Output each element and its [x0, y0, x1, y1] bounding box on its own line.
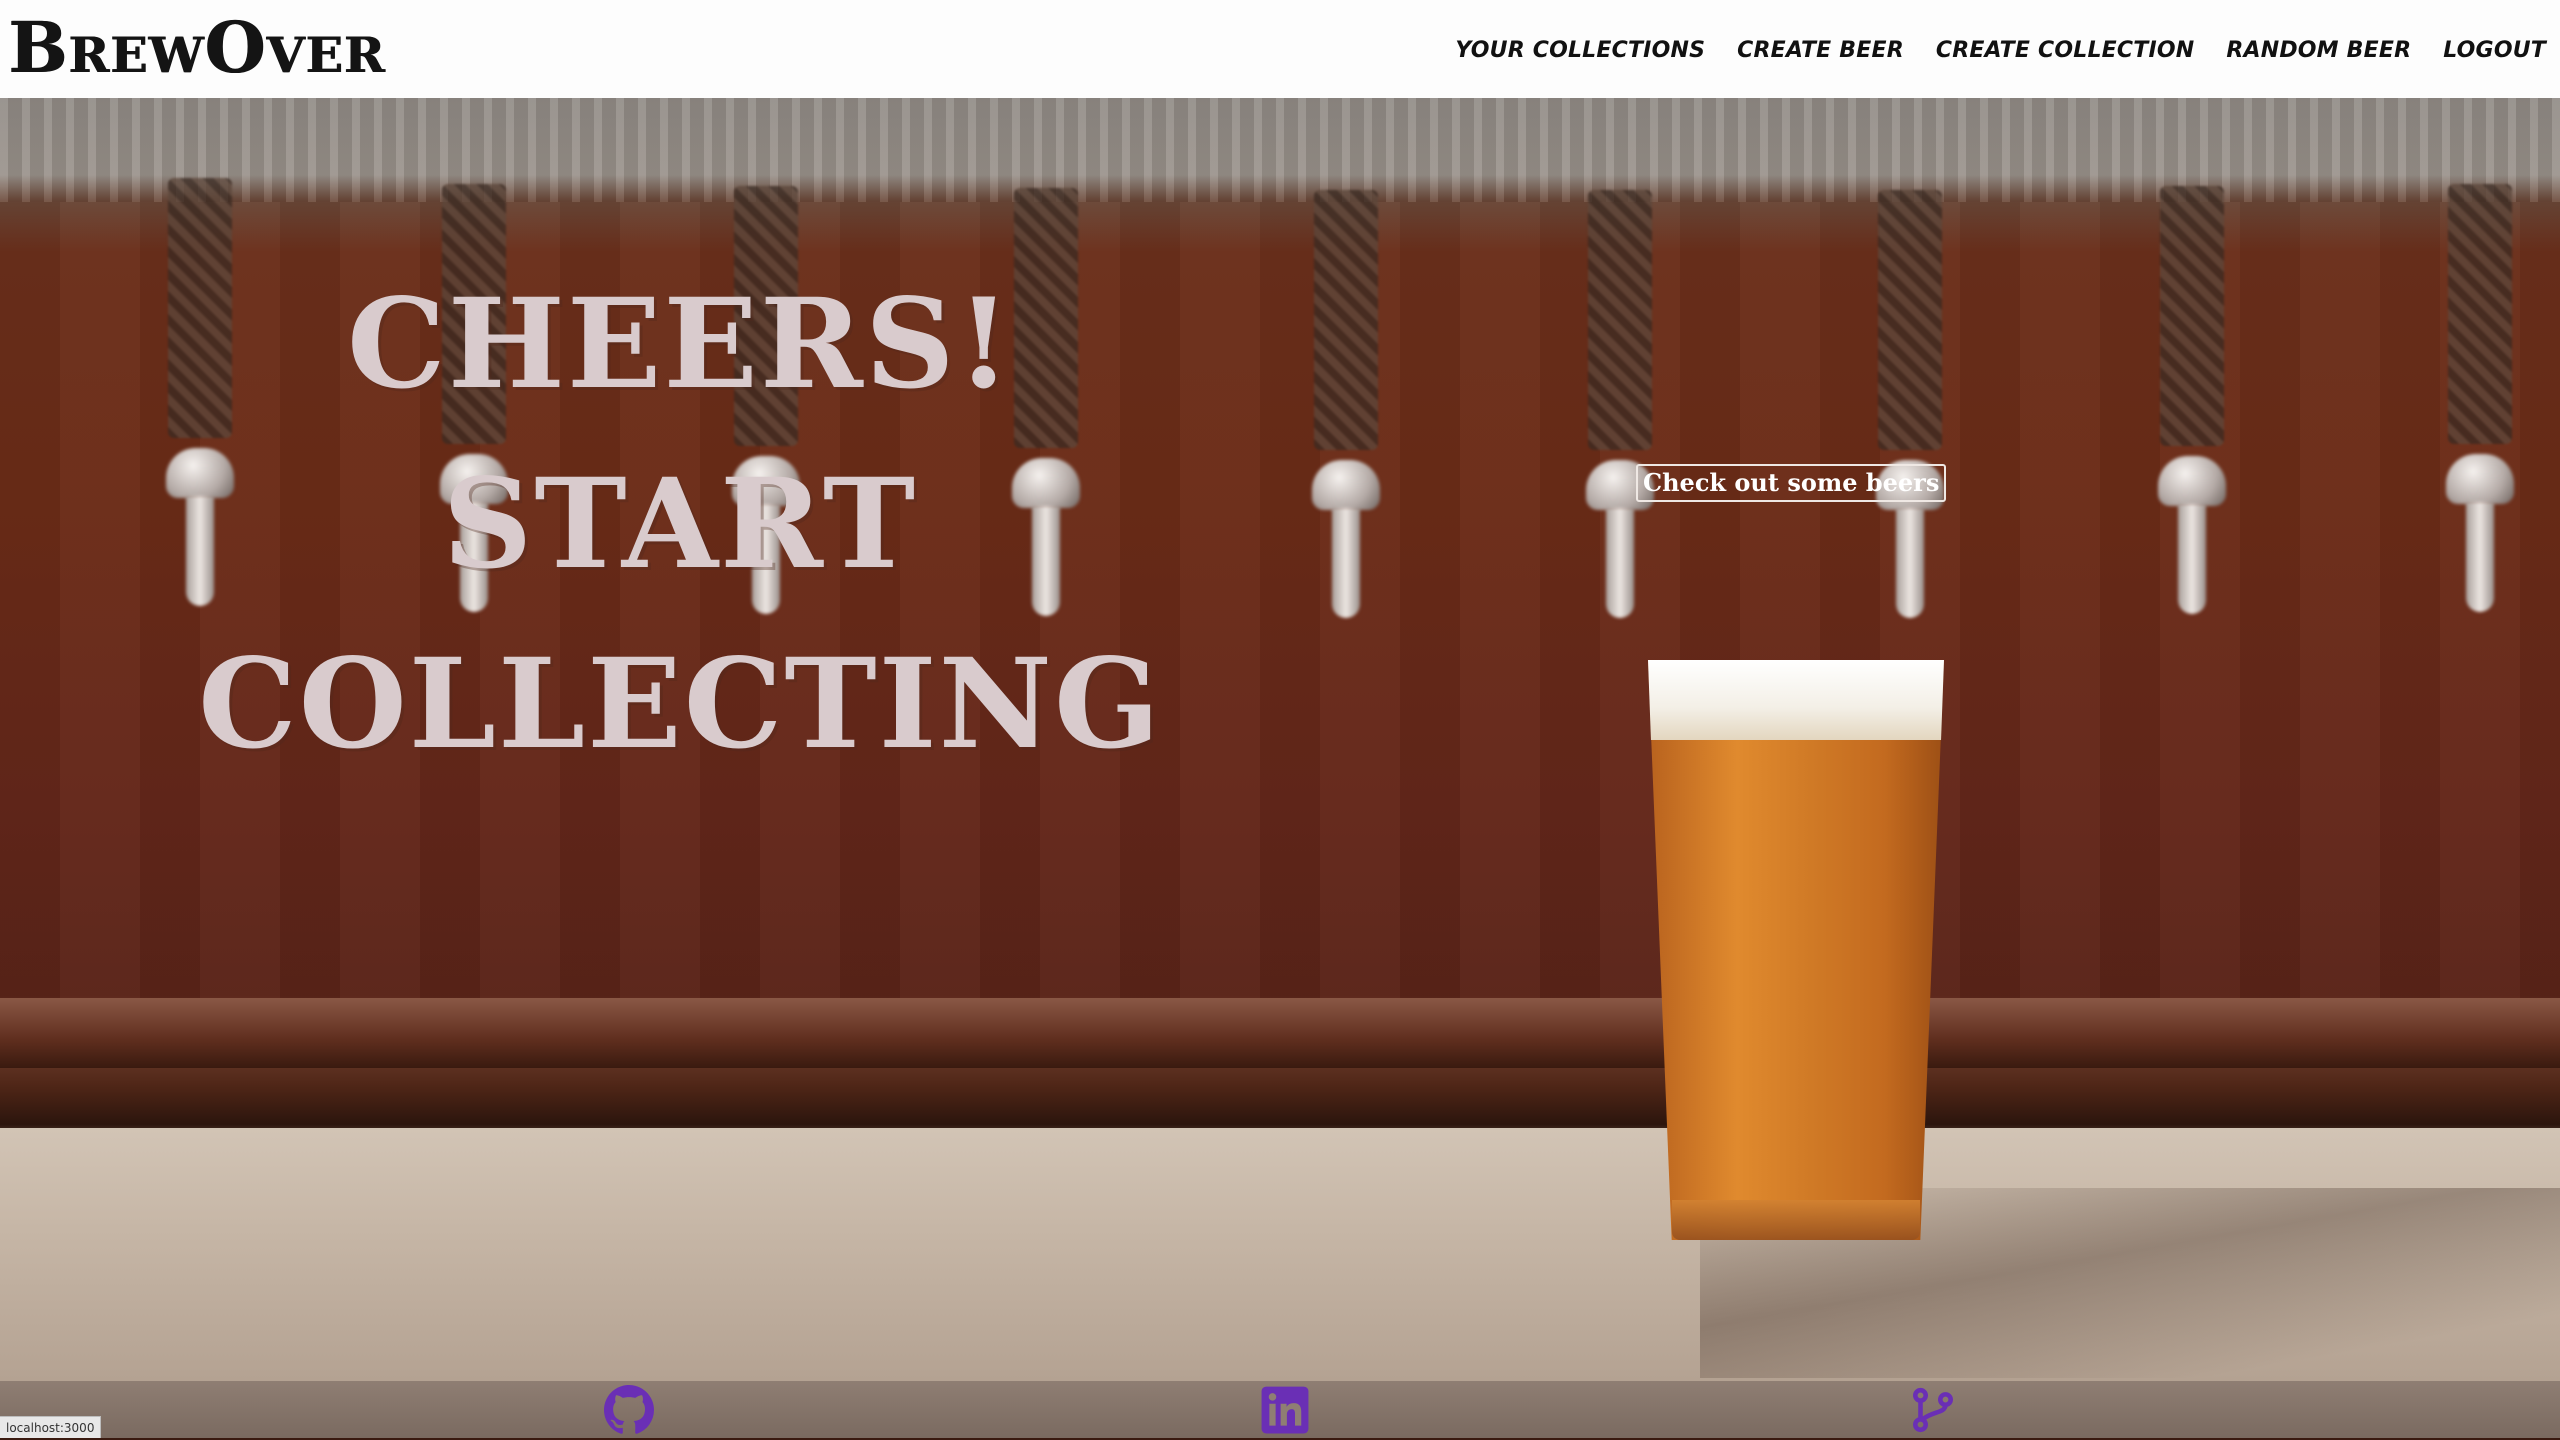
- check-out-beers-button[interactable]: Check out some beers: [1636, 464, 1947, 502]
- beer-foam: [1648, 660, 1944, 740]
- hero-heading-line: START: [442, 452, 918, 597]
- hero-heading: CHEERS! START COLLECTING: [150, 255, 1210, 795]
- navbar: BrewOver Your Collections Create Beer Cr…: [0, 0, 2560, 98]
- linkedin-icon[interactable]: [1260, 1385, 1310, 1435]
- status-bar-url: localhost:3000: [0, 1416, 102, 1438]
- nav-link-create-collection[interactable]: Create Collection: [1936, 38, 2195, 63]
- github-icon[interactable]: [604, 1385, 654, 1435]
- nav-links: Your Collections Create Beer Create Coll…: [1455, 28, 2546, 72]
- beer-glass-image: [1648, 660, 1944, 1240]
- nav-link-create-beer[interactable]: Create Beer: [1737, 38, 1904, 63]
- hero-heading-line: COLLECTING: [198, 632, 1162, 777]
- nav-link-logout[interactable]: Logout: [2443, 38, 2546, 63]
- brand-logo[interactable]: BrewOver: [8, 6, 385, 90]
- drip-tray: [0, 998, 2560, 1068]
- nav-link-your-collections[interactable]: Your Collections: [1455, 38, 1705, 63]
- nav-link-random-beer[interactable]: Random Beer: [2226, 38, 2411, 63]
- footer: [0, 1381, 2560, 1438]
- hero-heading-line: CHEERS!: [347, 272, 1013, 417]
- beer-glass-base: [1672, 1200, 1920, 1240]
- git-branch-icon[interactable]: [1908, 1385, 1958, 1435]
